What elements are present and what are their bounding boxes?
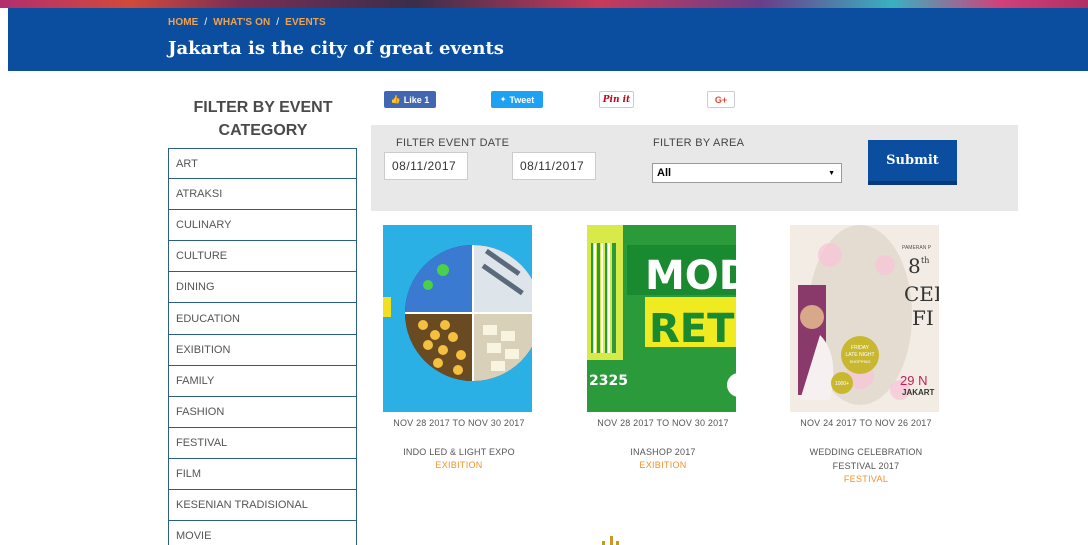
google-plus-button[interactable]: G+ — [707, 91, 735, 108]
thumb-text-pameran: PAMERAN P — [902, 245, 932, 251]
event-image-wedding[interactable]: FRIDAY LATE NIGHT SHOPPING 1000+ PAMERAN… — [790, 225, 939, 412]
event-category[interactable]: EXIBITION — [587, 459, 739, 472]
event-title[interactable]: INASHOP 2017 — [587, 445, 739, 459]
event-image-inashop[interactable]: MOD RET 2325 — [587, 225, 736, 412]
thumb-text-late-night: LATE NIGHT — [845, 352, 874, 358]
twitter-bird-icon: ✦ — [499, 95, 507, 104]
thumb-text-cel: CEI — [904, 282, 939, 306]
wedding-festival-image: FRIDAY LATE NIGHT SHOPPING 1000+ PAMERAN… — [790, 225, 939, 412]
facebook-like-label: Like 1 — [403, 94, 430, 105]
breadcrumb-events[interactable]: EVENTS — [285, 17, 326, 28]
breadcrumb-separator: / — [204, 17, 208, 28]
event-category[interactable]: FESTIVAL — [790, 473, 942, 486]
thumb-text-city: JAKART — [902, 388, 935, 397]
category-kesenian-tradisional[interactable]: KESENIAN TRADISIONAL — [168, 490, 357, 522]
thumb-text-friday: FRIDAY — [851, 345, 870, 351]
thumbs-up-icon: 👍 — [390, 95, 401, 104]
event-date: NOV 28 2017 TO NOV 30 2017 — [393, 418, 525, 428]
event-card: FRIDAY LATE NIGHT SHOPPING 1000+ PAMERAN… — [790, 225, 942, 486]
category-film[interactable]: FILM — [168, 458, 357, 491]
category-culinary[interactable]: CULINARY — [168, 210, 357, 242]
category-atraksi[interactable]: ATRAKSI — [168, 179, 357, 211]
thumb-text-mod: MOD — [645, 253, 736, 299]
filter-area-label: FILTER BY AREA — [653, 137, 745, 149]
category-exibition[interactable]: EXIBITION — [168, 334, 357, 366]
breadcrumb-whats-on[interactable]: WHAT'S ON — [213, 17, 270, 28]
category-culture[interactable]: CULTURE — [168, 241, 357, 273]
breadcrumb: HOME / WHAT'S ON / EVENTS — [168, 17, 326, 28]
event-card: NOV 28 2017 TO NOV 30 2017 INDO LED & LI… — [383, 225, 535, 472]
thumb-text-1000: 1000+ — [835, 381, 849, 387]
event-card: MOD RET 2325 NOV 28 2017 TO NOV 30 2017 … — [587, 225, 739, 472]
submit-button[interactable]: Submit — [868, 140, 957, 185]
category-art[interactable]: ART — [168, 148, 357, 180]
thumb-text-8: 8 — [908, 254, 921, 278]
event-image-led[interactable] — [383, 225, 532, 412]
category-filter-heading: FILTER BY EVENT CATEGORY — [193, 99, 333, 139]
category-fashion[interactable]: FASHION — [168, 396, 357, 428]
dropdown-arrow-icon: ▼ — [828, 169, 835, 177]
next-event-image-partial — [602, 536, 619, 545]
date-to-input[interactable]: 08/11/2017 — [512, 152, 596, 180]
event-date: NOV 24 2017 TO NOV 26 2017 — [800, 418, 932, 428]
thumb-text-th: th — [921, 256, 929, 265]
tweet-label: Tweet — [509, 94, 535, 105]
category-festival[interactable]: FESTIVAL — [168, 427, 357, 459]
thumb-text-num: 2325 — [589, 373, 628, 389]
area-select-value: All — [657, 167, 672, 179]
thumb-text-date: 29 N — [900, 373, 927, 388]
event-title[interactable]: INDO LED & LIGHT EXPO — [383, 445, 535, 459]
breadcrumb-home[interactable]: HOME — [168, 17, 198, 28]
category-list: ART ATRAKSI CULINARY CULTURE DINING EDUC… — [168, 148, 357, 545]
facebook-like-button[interactable]: 👍 Like 1 — [384, 91, 436, 108]
area-select[interactable]: All ▼ — [652, 163, 842, 183]
category-family[interactable]: FAMILY — [168, 365, 357, 397]
category-dining[interactable]: DINING — [168, 272, 357, 304]
date-from-input[interactable]: 08/11/2017 — [384, 152, 468, 180]
filter-date-label: FILTER EVENT DATE — [396, 137, 510, 149]
page-title: Jakarta is the city of great events — [168, 38, 504, 59]
thumb-text-shopping: SHOPPING — [849, 359, 870, 364]
category-movie[interactable]: MOVIE — [168, 521, 357, 545]
thumb-text-fi: FI — [912, 306, 934, 330]
breadcrumb-separator: / — [276, 17, 280, 28]
top-banner-strip — [0, 0, 1088, 8]
thumb-text-ret: RET — [649, 306, 735, 352]
led-expo-image — [383, 225, 532, 412]
category-education[interactable]: EDUCATION — [168, 303, 357, 335]
inashop-image: MOD RET 2325 — [587, 225, 736, 412]
event-title[interactable]: WEDDING CELEBRATION FESTIVAL 2017 — [790, 445, 942, 473]
pinterest-button[interactable]: Pin it — [599, 91, 634, 108]
event-category[interactable]: EXIBITION — [383, 459, 535, 472]
event-date: NOV 28 2017 TO NOV 30 2017 — [597, 418, 729, 428]
tweet-button[interactable]: ✦ Tweet — [491, 91, 543, 108]
